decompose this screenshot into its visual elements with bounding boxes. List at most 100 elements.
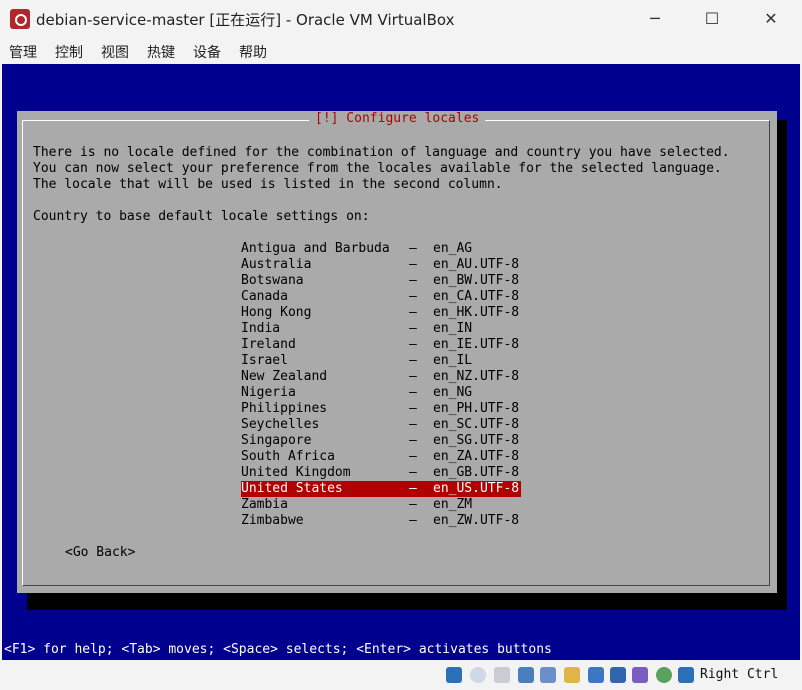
locale-code: en_CA.UTF-8 (433, 289, 520, 304)
locale-item[interactable]: Zimbabwe – en_ZW.UTF-8 (241, 513, 521, 529)
locale-country: Hong Kong (241, 305, 312, 320)
locale-country: Canada (241, 289, 288, 304)
locale-country: United Kingdom (241, 465, 351, 480)
locale-country: Antigua and Barbuda (241, 241, 390, 256)
locale-code: en_US.UTF-8 (433, 481, 520, 496)
locale-separator: – (409, 497, 417, 512)
locale-code: en_AG (433, 241, 473, 256)
locale-code: en_ZA.UTF-8 (433, 449, 520, 464)
locale-item[interactable]: Ireland – en_IE.UTF-8 (241, 337, 521, 353)
locale-country: India (241, 321, 281, 336)
menu-bar: 管理 控制 视图 热键 设备 帮助 (0, 38, 802, 64)
locale-separator: – (409, 273, 417, 288)
locale-code: en_IN (433, 321, 473, 336)
locale-item[interactable]: South Africa – en_ZA.UTF-8 (241, 449, 521, 465)
locale-country: United States (241, 481, 343, 496)
recording-icon[interactable] (632, 667, 648, 683)
locale-item[interactable]: Philippines – en_PH.UTF-8 (241, 401, 521, 417)
maximize-button[interactable]: ☐ (689, 0, 735, 38)
locale-country: Zambia (241, 497, 288, 512)
menu-machine[interactable]: 管理 (9, 42, 37, 62)
locale-code: en_IL (433, 353, 473, 368)
locale-code: en_HK.UTF-8 (433, 305, 520, 320)
locale-code: en_PH.UTF-8 (433, 401, 520, 416)
menu-view[interactable]: 视图 (101, 42, 129, 62)
locale-item[interactable]: India – en_IN (241, 321, 521, 337)
locale-item[interactable]: Nigeria – en_NG (241, 385, 521, 401)
window-title: debian-service-master [正在运行] - Oracle VM… (36, 11, 455, 29)
locale-code: en_GB.UTF-8 (433, 465, 520, 480)
minimize-button[interactable]: ─ (632, 0, 678, 38)
help-icon[interactable] (446, 667, 462, 683)
usb-icon[interactable] (540, 667, 556, 683)
locale-separator: – (409, 481, 417, 496)
locale-item[interactable]: Singapore – en_SG.UTF-8 (241, 433, 521, 449)
locale-separator: – (409, 465, 417, 480)
locale-code: en_ZM (433, 497, 473, 512)
locale-country: New Zealand (241, 369, 328, 384)
dialog-title: [!] Configure locales (309, 111, 486, 127)
locale-list[interactable]: Antigua and Barbuda – en_AG Australia – en_AU… (241, 241, 521, 529)
menu-devices[interactable]: 设备 (193, 42, 221, 62)
locale-country: Seychelles (241, 417, 320, 432)
mouse-integration-icon[interactable] (678, 667, 694, 683)
title-bar: debian-service-master [正在运行] - Oracle VM… (0, 0, 802, 38)
locale-item[interactable]: United States – en_US.UTF-8 (241, 481, 521, 497)
locale-item[interactable]: New Zealand – en_NZ.UTF-8 (241, 369, 521, 385)
help-line: <F1> for help; <Tab> moves; <Space> sele… (4, 642, 552, 657)
cpu-icon[interactable] (656, 667, 672, 683)
locale-code: en_BW.UTF-8 (433, 273, 520, 288)
locale-separator: – (409, 449, 417, 464)
close-button[interactable]: ✕ (748, 0, 794, 38)
locale-separator: – (409, 385, 417, 400)
locale-country: South Africa (241, 449, 335, 464)
go-back-button[interactable]: <Go Back> (65, 545, 135, 561)
locale-country: Singapore (241, 433, 312, 448)
vm-screen[interactable]: [!] Configure locales There is no locale… (2, 64, 800, 660)
dialog-prompt: Country to base default locale settings … (33, 209, 370, 224)
locale-item[interactable]: Canada – en_CA.UTF-8 (241, 289, 521, 305)
optical-disc-icon[interactable] (470, 667, 486, 683)
locale-code: en_AU.UTF-8 (433, 257, 520, 272)
locale-country: Nigeria (241, 385, 296, 400)
locale-item[interactable]: Seychelles – en_SC.UTF-8 (241, 417, 521, 433)
locale-item[interactable]: Israel – en_IL (241, 353, 521, 369)
locale-country: Australia (241, 257, 312, 272)
menu-hotkeys[interactable]: 热键 (147, 42, 175, 62)
locale-item[interactable]: Australia – en_AU.UTF-8 (241, 257, 521, 273)
locale-separator: – (409, 369, 417, 384)
locale-code: en_ZW.UTF-8 (433, 513, 520, 528)
locale-item[interactable]: United Kingdom – en_GB.UTF-8 (241, 465, 521, 481)
locale-code: en_IE.UTF-8 (433, 337, 520, 352)
virtualbox-app-icon (10, 9, 30, 29)
locale-code: en_NG (433, 385, 473, 400)
locale-separator: – (409, 321, 417, 336)
locale-code: en_NZ.UTF-8 (433, 369, 520, 384)
locale-code: en_SC.UTF-8 (433, 417, 520, 432)
locale-separator: – (409, 417, 417, 432)
status-bar: Right Ctrl (0, 662, 802, 690)
locale-separator: – (409, 257, 417, 272)
menu-control[interactable]: 控制 (55, 42, 83, 62)
screen-icon[interactable] (610, 667, 626, 683)
display-icon[interactable] (588, 667, 604, 683)
audio-icon[interactable] (494, 667, 510, 683)
locale-item[interactable]: Zambia – en_ZM (241, 497, 521, 513)
locale-separator: – (409, 401, 417, 416)
locale-separator: – (409, 337, 417, 352)
locale-country: Zimbabwe (241, 513, 304, 528)
locale-country: Botswana (241, 273, 304, 288)
shared-folders-icon[interactable] (564, 667, 580, 683)
locale-separator: – (409, 241, 417, 256)
locale-item[interactable]: Botswana – en_BW.UTF-8 (241, 273, 521, 289)
dialog-description: There is no locale defined for the combi… (33, 145, 730, 192)
locale-country: Israel (241, 353, 288, 368)
locale-country: Ireland (241, 337, 296, 352)
host-key-label: Right Ctrl (700, 667, 779, 682)
network-icon[interactable] (518, 667, 534, 683)
locale-item[interactable]: Hong Kong – en_HK.UTF-8 (241, 305, 521, 321)
locale-item[interactable]: Antigua and Barbuda – en_AG (241, 241, 521, 257)
locale-separator: – (409, 433, 417, 448)
menu-help[interactable]: 帮助 (239, 42, 267, 62)
locale-separator: – (409, 305, 417, 320)
